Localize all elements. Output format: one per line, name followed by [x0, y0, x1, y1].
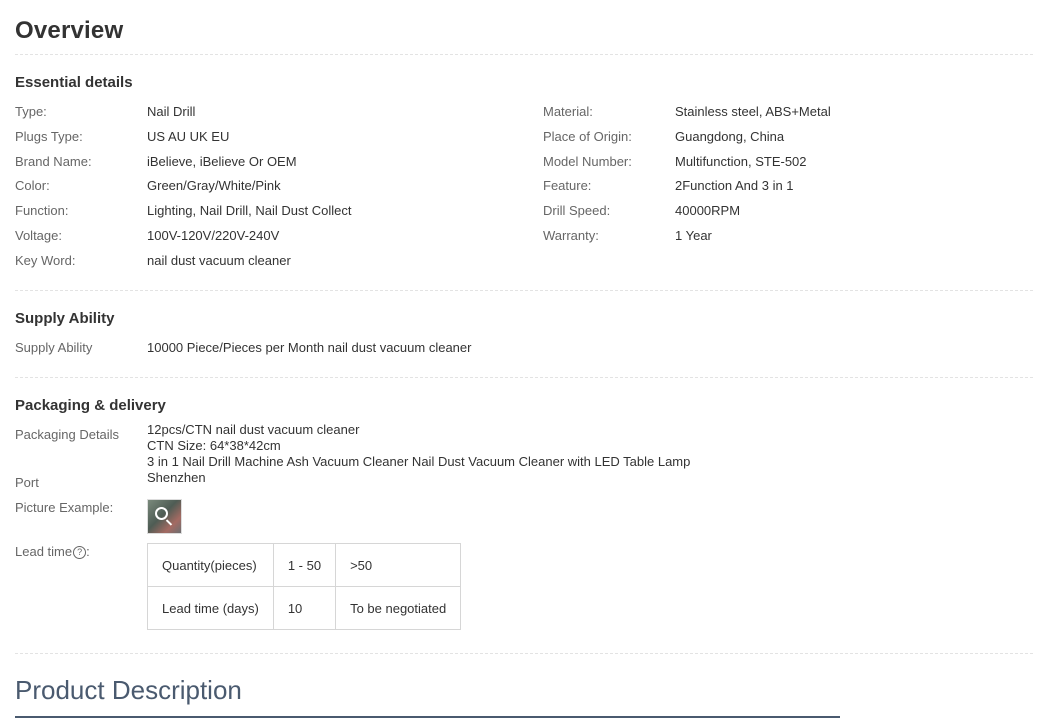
lead-time-text: Lead time	[15, 544, 73, 559]
detail-value: Nail Drill	[147, 104, 196, 119]
essential-details-heading: Essential details	[15, 74, 133, 91]
table-row: Quantity(pieces) 1 - 50 >50	[147, 543, 462, 587]
detail-label: Drill Speed:	[543, 203, 611, 218]
product-description-underline	[15, 716, 840, 718]
packaging-line: 12pcs/CTN nail dust vacuum cleaner	[147, 422, 360, 437]
packaging-line: CTN Size: 64*38*42cm	[147, 438, 281, 453]
picture-example-thumbnail[interactable]	[147, 499, 182, 534]
packaging-delivery-heading: Packaging & delivery	[15, 397, 166, 414]
detail-value: Lighting, Nail Drill, Nail Dust Collect	[147, 203, 352, 218]
overview-heading: Overview	[15, 17, 124, 44]
detail-value: iBelieve, iBelieve Or OEM	[147, 154, 297, 169]
detail-label: Brand Name:	[15, 154, 92, 169]
detail-label: Feature:	[543, 178, 592, 193]
detail-label: Key Word:	[15, 253, 76, 268]
divider	[15, 54, 1033, 55]
detail-label: Plugs Type:	[15, 129, 83, 144]
detail-label: Material:	[543, 104, 593, 119]
supply-ability-heading: Supply Ability	[15, 310, 115, 327]
table-cell: Lead time (days)	[147, 586, 274, 630]
detail-label: Model Number:	[543, 154, 632, 169]
lead-time-colon: :	[86, 544, 90, 559]
divider	[15, 377, 1033, 378]
detail-value: Stainless steel, ABS+Metal	[675, 104, 831, 119]
help-icon[interactable]: ?	[73, 546, 87, 559]
detail-label: Warranty:	[543, 228, 599, 243]
detail-value: 40000RPM	[675, 203, 741, 218]
detail-value: Green/Gray/White/Pink	[147, 178, 281, 193]
lead-time-table: Quantity(pieces) 1 - 50 >50 Lead time (d…	[147, 543, 462, 630]
detail-value: 10000 Piece/Pieces per Month nail dust v…	[147, 340, 472, 355]
product-description-heading: Product Description	[15, 675, 242, 705]
zoom-icon	[155, 507, 168, 520]
detail-label: Supply Ability	[15, 340, 93, 355]
table-cell: 10	[272, 586, 337, 630]
table-cell: To be negotiated	[335, 586, 462, 630]
port-value: Shenzhen	[147, 470, 206, 485]
divider	[15, 290, 1033, 291]
detail-value: 2Function And 3 in 1	[675, 178, 794, 193]
detail-value: 100V-120V/220V-240V	[147, 228, 280, 243]
table-row: Lead time (days) 10 To be negotiated	[147, 586, 462, 630]
divider	[15, 653, 1033, 654]
detail-label: Type:	[15, 104, 47, 119]
detail-label: Function:	[15, 203, 69, 218]
detail-value: 1 Year	[675, 228, 712, 243]
table-cell: >50	[335, 543, 462, 587]
detail-value: US AU UK EU	[147, 129, 230, 144]
table-cell: Quantity(pieces)	[147, 543, 274, 587]
detail-value: Multifunction, STE-502	[675, 154, 807, 169]
detail-label: Place of Origin:	[543, 129, 632, 144]
detail-value: Guangdong, China	[675, 129, 785, 144]
packaging-line: 3 in 1 Nail Drill Machine Ash Vacuum Cle…	[147, 454, 691, 469]
packaging-details-value: 12pcs/CTN nail dust vacuum cleaner CTN S…	[147, 422, 690, 470]
detail-label: Color:	[15, 178, 50, 193]
table-cell: 1 - 50	[272, 543, 337, 587]
detail-value: nail dust vacuum cleaner	[147, 253, 291, 268]
detail-label: Voltage:	[15, 228, 62, 243]
